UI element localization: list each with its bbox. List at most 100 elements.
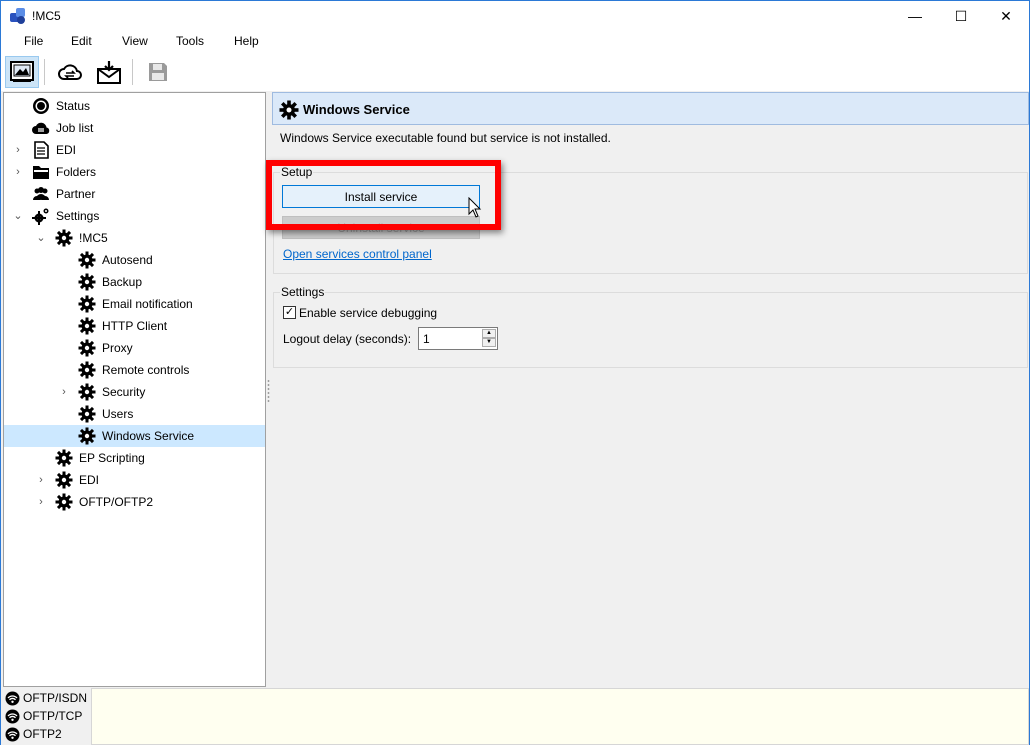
cloud-sync-icon [58,64,82,80]
connection-item[interactable]: OFTP/TCP [3,707,91,725]
chevron-down-icon[interactable]: ⌄ [35,231,47,245]
tree-item[interactable]: ⌄ !MC5 [4,227,265,249]
checkmark-icon: ✓ [284,306,295,318]
tree-item[interactable]: EP Scripting [4,447,265,469]
tree-item[interactable]: › OFTP/OFTP2 [4,491,265,513]
wifi-icon [5,691,20,706]
tree-item[interactable]: Email notification [4,293,265,315]
menu-view[interactable]: View [122,34,148,48]
tree-item-label: OFTP/OFTP2 [79,495,154,509]
connection-label: OFTP2 [23,727,62,741]
gear-icon [279,100,299,120]
gear-icon [55,471,73,489]
save-button[interactable] [141,56,175,88]
close-button[interactable]: ✕ [983,1,1029,31]
tree-item[interactable]: Backup [4,271,265,293]
receive-mail-button[interactable] [92,56,126,88]
tree-item[interactable]: Remote controls [4,359,265,381]
spin-down-icon[interactable]: ▼ [482,338,496,347]
tree-item[interactable]: Windows Service [4,425,265,447]
gear-icon [78,427,96,445]
tree-item-label: Backup [102,275,143,289]
tree-item[interactable]: › EDI [4,469,265,491]
gear-icon [78,273,96,291]
debug-checkbox[interactable]: ✓ [283,306,296,319]
tree-item[interactable]: ⌄ Settings [4,205,265,227]
menu-help[interactable]: Help [234,34,259,48]
maximize-button[interactable]: ☐ [938,1,984,31]
tree-item[interactable]: Proxy [4,337,265,359]
folder-icon [33,166,49,179]
menu-file[interactable]: File [24,34,43,48]
dashboard-button[interactable] [5,56,39,88]
gear-icon [78,405,96,423]
minimize-icon: — [908,8,922,24]
tree-item-label: Windows Service [102,429,195,443]
tree-item[interactable]: Users [4,403,265,425]
save-icon [149,63,167,81]
gear-icon [55,449,73,467]
splitter-grip-icon[interactable] [267,379,270,403]
people-icon [33,187,49,200]
highlight-annotation [266,160,501,230]
tree-item-label: EDI [79,473,100,487]
tree-item-label: EP Scripting [79,451,145,465]
spin-up-icon[interactable]: ▲ [482,329,496,338]
mouse-cursor-icon [468,197,482,218]
chevron-right-icon[interactable]: › [35,473,47,487]
document-icon [34,141,49,159]
tree-item[interactable]: Partner [4,183,265,205]
tree-item-label: Remote controls [102,363,190,377]
status-icon [33,98,49,114]
chevron-down-icon[interactable]: ⌄ [12,209,24,223]
tree-item-label: EDI [56,143,77,157]
tree-item-label: Proxy [102,341,133,355]
tree-item-label: !MC5 [79,231,108,245]
tree-item[interactable]: › EDI [4,139,265,161]
panel-header: Windows Service [272,92,1029,125]
gear-icon [78,383,96,401]
tree-item[interactable]: Autosend [4,249,265,271]
sync-button[interactable] [53,56,87,88]
tree-item[interactable]: Job list [4,117,265,139]
wifi-icon [5,709,20,724]
tree-item-label: Users [102,407,134,421]
connection-label: OFTP/TCP [23,709,83,723]
settings-group [273,292,1028,368]
tree-item-label: Folders [56,165,97,179]
connection-label: OFTP/ISDN [23,691,88,705]
logout-delay-stepper[interactable]: ▲ ▼ [482,329,496,348]
page-title: Windows Service [303,102,410,117]
minimize-button[interactable]: — [892,1,938,31]
tree-item-label: Job list [56,121,94,135]
gear-icon [55,493,73,511]
tree-item[interactable]: HTTP Client [4,315,265,337]
close-icon: ✕ [1000,7,1012,24]
tree-item[interactable]: Status [4,95,265,117]
tree-item-label: Autosend [102,253,153,267]
tree-item-label: HTTP Client [102,319,168,333]
gear-icon [78,295,96,313]
toolbar-separator [44,59,45,85]
open-services-link[interactable]: Open services control panel [283,247,432,261]
gear-icon [78,317,96,335]
chevron-right-icon[interactable]: › [12,143,24,157]
app-logo-icon [10,8,25,24]
title-bar[interactable]: !MC5 — ☐ ✕ [1,1,1029,31]
chevron-right-icon[interactable]: › [58,385,70,399]
menu-edit[interactable]: Edit [71,34,92,48]
log-area[interactable] [91,688,1029,745]
connection-item[interactable]: OFTP2 [3,725,91,743]
tree-item-label: Email notification [102,297,193,311]
toolbar [1,53,1029,91]
service-status-message: Windows Service executable found but ser… [280,131,611,145]
tree-item[interactable]: › Folders [4,161,265,183]
gears-icon [32,208,49,225]
menu-bar: File Edit View Tools Help [1,31,1029,53]
connection-item[interactable]: OFTP/ISDN [3,689,91,707]
menu-tools[interactable]: Tools [176,34,204,48]
chevron-right-icon[interactable]: › [12,165,24,179]
tree-item[interactable]: › Security [4,381,265,403]
chevron-right-icon[interactable]: › [35,495,47,509]
debug-checkbox-label[interactable]: Enable service debugging [299,306,437,320]
